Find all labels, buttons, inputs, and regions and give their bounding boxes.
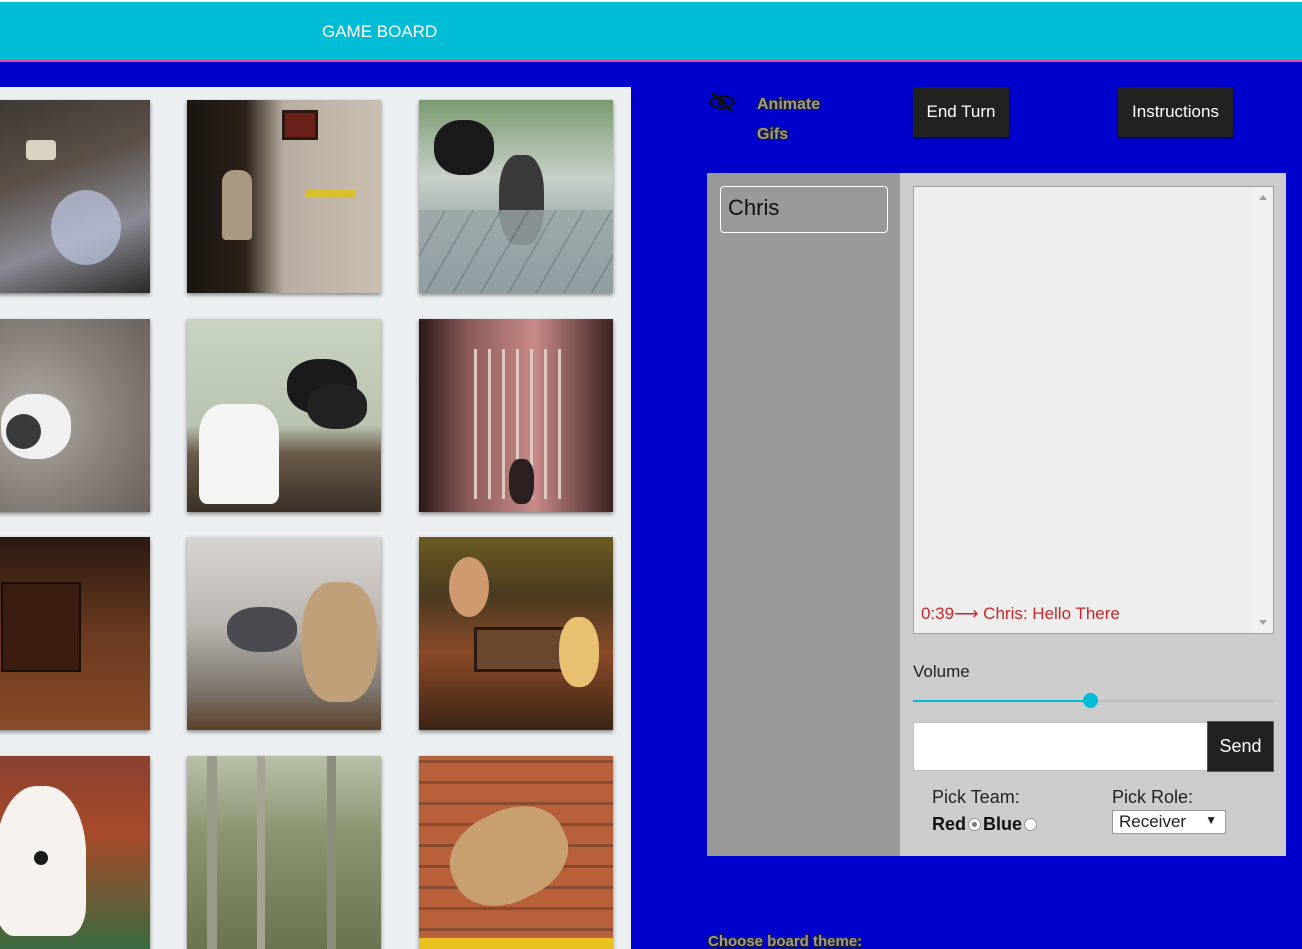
role-selected-value: Receiver	[1119, 812, 1187, 831]
team-red-radio[interactable]	[968, 818, 982, 831]
board-tile[interactable]	[187, 756, 381, 949]
board-tile[interactable]	[187, 537, 381, 730]
header-bar: GAME BOARD	[0, 0, 1302, 62]
page-title: GAME BOARD	[322, 22, 438, 41]
team-blue-radio[interactable]	[1024, 818, 1038, 831]
scroll-down-icon[interactable]	[1259, 620, 1267, 625]
animate-gifs-label: Animate Gifs	[757, 96, 821, 143]
board-tile[interactable]	[419, 756, 613, 949]
team-option-blue-label: Blue	[983, 814, 1023, 834]
player-chip: Chris	[720, 186, 888, 233]
board-tile[interactable]	[419, 100, 613, 293]
game-board	[0, 87, 631, 949]
chat-message: 0:39⟶ Chris: Hello There	[921, 604, 1120, 623]
volume-fill	[913, 700, 1090, 702]
board-tile[interactable]	[187, 100, 381, 293]
eye-off-icon[interactable]	[708, 90, 736, 114]
role-label: Pick Role:	[1112, 787, 1194, 807]
board-tile[interactable]	[187, 319, 381, 512]
chat-scrollbar[interactable]	[1253, 187, 1273, 633]
dropdown-caret-icon: ▼	[1205, 813, 1217, 827]
board-tile[interactable]	[0, 100, 150, 293]
team-label: Pick Team:	[932, 787, 1020, 807]
board-tile[interactable]	[0, 537, 150, 730]
team-picker: Red Blue	[932, 814, 1039, 835]
game-panel: Chris 0:39⟶ Chris: Hello There Volume Se…	[707, 173, 1286, 856]
board-tile[interactable]	[419, 537, 613, 730]
end-turn-button[interactable]: End Turn	[913, 87, 1009, 137]
chat-input[interactable]	[913, 722, 1208, 771]
theme-label: Choose board theme:	[708, 933, 863, 949]
chat-log[interactable]: 0:39⟶ Chris: Hello There	[913, 186, 1274, 634]
player-list: Chris	[707, 173, 900, 856]
instructions-button[interactable]: Instructions	[1118, 87, 1233, 137]
board-tile[interactable]	[0, 319, 150, 512]
volume-slider[interactable]	[913, 693, 1274, 708]
team-option-red-label: Red	[932, 814, 967, 834]
send-button[interactable]: Send	[1207, 721, 1274, 772]
role-select[interactable]: Receiver ▼	[1112, 810, 1226, 834]
board-tile[interactable]	[419, 319, 613, 512]
volume-label: Volume	[913, 662, 970, 681]
board-tile[interactable]	[0, 756, 150, 949]
volume-thumb[interactable]	[1082, 693, 1098, 708]
scroll-up-icon[interactable]	[1259, 195, 1267, 200]
